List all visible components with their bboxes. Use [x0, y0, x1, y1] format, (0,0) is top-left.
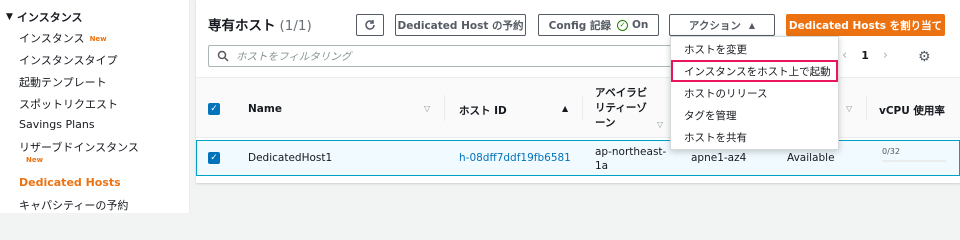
- column-header-name[interactable]: Name: [248, 103, 282, 115]
- caret-down-icon: ▼: [6, 12, 13, 22]
- select-all-checkbox[interactable]: ✓: [208, 103, 220, 115]
- sidebar-item-reserved-instances[interactable]: リザーブドインスタンス: [19, 139, 139, 155]
- sidebar-item-label: インスタンス: [19, 32, 85, 45]
- new-badge: New: [26, 156, 44, 164]
- menu-item-share-host[interactable]: ホストを共有: [671, 126, 838, 148]
- refresh-icon: [365, 20, 375, 30]
- az-line: 1a: [595, 160, 609, 172]
- allocate-host-button[interactable]: Dedicated Hosts を割り当て: [786, 14, 945, 36]
- column-header-vcpu[interactable]: vCPU 使用率: [879, 103, 945, 118]
- filter-placeholder: ホストをフィルタリング: [236, 50, 352, 63]
- page-number[interactable]: 1: [861, 49, 869, 62]
- sort-icon[interactable]: ▽: [657, 120, 663, 129]
- column-divider: [866, 95, 867, 121]
- column-divider: [444, 95, 445, 121]
- page-title-text: 専有ホスト: [208, 18, 276, 34]
- menu-item-manage-tags[interactable]: タグを管理: [671, 104, 838, 126]
- az-header-line: アベイラビ: [595, 87, 648, 99]
- hosts-panel: 専有ホスト (1/1) Dedicated Host の予約 Config 記録 …: [196, 0, 960, 183]
- sidebar: ▼ インスタンス インスタンス New インスタンスタイプ 起動テンプレート スポ…: [0, 0, 190, 213]
- search-icon: [217, 50, 229, 62]
- column-header-host-id[interactable]: ホスト ID: [459, 103, 507, 118]
- actions-button[interactable]: アクション ▲: [669, 14, 775, 36]
- az-line: ap-northeast-: [595, 146, 667, 158]
- page-title: 専有ホスト (1/1): [208, 14, 312, 34]
- sidebar-section-label: インスタンス: [16, 11, 83, 24]
- sidebar-item-launch-templates[interactable]: 起動テンプレート: [19, 74, 107, 90]
- host-id-link[interactable]: h-08dff7ddf19fb6581: [459, 152, 571, 164]
- row-vcpu: 0/32: [882, 147, 900, 156]
- caret-up-icon: ▲: [748, 20, 756, 30]
- row-checkbox[interactable]: ✓: [208, 152, 220, 164]
- config-state: On: [631, 19, 649, 31]
- pagination: ‹ 1 ›: [842, 48, 888, 63]
- sidebar-section-instances[interactable]: ▼ インスタンス: [6, 9, 82, 25]
- row-state: Available: [787, 152, 835, 164]
- row-az-id: apne1-az4: [691, 152, 747, 164]
- refresh-button[interactable]: [356, 14, 384, 36]
- gear-icon[interactable]: ⚙: [918, 49, 931, 65]
- config-label: Config 記録: [548, 19, 611, 32]
- az-header-line: ーン: [595, 117, 616, 129]
- chevron-right-icon[interactable]: ›: [883, 48, 888, 63]
- config-recording-button[interactable]: Config 記録 ✓ On: [538, 14, 659, 36]
- sidebar-item-savings-plans[interactable]: Savings Plans: [19, 118, 95, 131]
- sort-icon[interactable]: ▽: [424, 104, 430, 113]
- az-header-line: リティーゾ: [595, 102, 647, 114]
- sort-ascending-icon[interactable]: ▲: [562, 104, 568, 113]
- reserve-host-button[interactable]: Dedicated Host の予約: [395, 14, 526, 36]
- actions-label: アクション: [688, 19, 741, 32]
- column-divider: [582, 95, 583, 121]
- sidebar-item-capacity-reservations[interactable]: キャパシティーの予約: [19, 197, 128, 213]
- column-header-az[interactable]: アベイラビ リティーゾ ーン: [595, 86, 647, 131]
- menu-item-modify-host[interactable]: ホストを変更: [671, 38, 838, 60]
- selection-count: (1/1): [279, 18, 312, 34]
- row-name: DedicatedHost1: [248, 152, 333, 164]
- menu-item-launch-instance-on-host[interactable]: インスタンスをホスト上で起動: [671, 60, 838, 82]
- sidebar-item-instances[interactable]: インスタンス New: [19, 30, 107, 46]
- filter-input[interactable]: ホストをフィルタリング: [208, 45, 673, 67]
- sort-icon[interactable]: ▽: [846, 104, 852, 113]
- check-circle-icon: ✓: [616, 19, 628, 31]
- sidebar-item-instance-types[interactable]: インスタンスタイプ: [19, 52, 118, 68]
- row-az: ap-northeast- 1a: [595, 145, 666, 173]
- new-badge: New: [89, 35, 107, 43]
- vcpu-usage-bar: [882, 160, 946, 162]
- sidebar-item-spot-requests[interactable]: スポットリクエスト: [19, 96, 118, 112]
- sidebar-item-dedicated-hosts[interactable]: Dedicated Hosts: [19, 176, 121, 189]
- chevron-left-icon[interactable]: ‹: [842, 48, 847, 63]
- actions-menu: ホストを変更 インスタンスをホスト上で起動 ホストのリリース タグを管理 ホスト…: [670, 36, 839, 150]
- menu-item-release-host[interactable]: ホストのリリース: [671, 82, 838, 104]
